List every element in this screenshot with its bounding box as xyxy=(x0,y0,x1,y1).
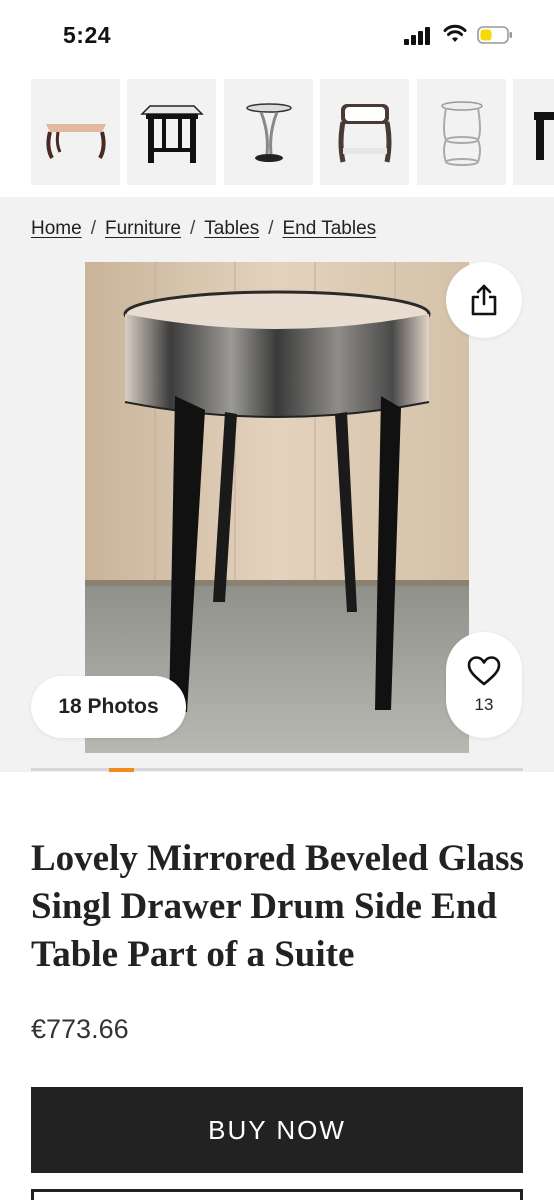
breadcrumb-separator: / xyxy=(190,218,196,239)
pedestal-table-icon xyxy=(245,103,292,162)
breadcrumb: Home / Furniture / Tables / End Tables xyxy=(31,218,376,240)
drum-table-icon xyxy=(338,104,391,163)
gallery-scroll-indicator xyxy=(109,768,134,772)
favorite-count: 13 xyxy=(474,695,494,714)
thumbnail-item[interactable] xyxy=(224,79,313,185)
breadcrumb-separator: / xyxy=(268,218,274,239)
share-icon xyxy=(471,284,497,316)
thumbnail-strip[interactable] xyxy=(0,72,554,196)
thumbnail-item[interactable] xyxy=(127,79,216,185)
status-time: 5:24 xyxy=(63,22,112,48)
thumbnail-item[interactable] xyxy=(320,79,409,185)
favorite-button[interactable]: 13 xyxy=(446,632,522,738)
thumbnail-item[interactable] xyxy=(31,79,120,185)
octagonal-side-table-icon xyxy=(139,105,204,163)
breadcrumb-end-tables[interactable]: End Tables xyxy=(282,218,376,239)
product-title: Lovely Mirrored Beveled Glass Singl Draw… xyxy=(31,838,524,975)
gallery-scroll-track xyxy=(31,768,523,771)
secondary-action-button[interactable] xyxy=(31,1189,523,1200)
wifi-icon xyxy=(443,24,467,42)
heart-icon xyxy=(467,656,501,686)
thumbnail-item[interactable] xyxy=(513,79,554,185)
breadcrumb-home[interactable]: Home xyxy=(31,218,82,239)
breadcrumb-separator: / xyxy=(90,218,96,239)
breadcrumb-tables[interactable]: Tables xyxy=(204,218,259,239)
product-price: €773.66 xyxy=(31,1014,129,1044)
cellular-signal-icon xyxy=(404,27,434,45)
share-button[interactable] xyxy=(446,262,522,338)
thumbnail-item[interactable] xyxy=(417,79,506,185)
photos-count-button[interactable]: 18 Photos xyxy=(31,676,186,738)
status-bar: 5:24 xyxy=(0,0,554,72)
glass-side-table-icon xyxy=(440,101,483,166)
battery-icon xyxy=(477,26,512,44)
coffee-table-icon xyxy=(45,124,106,159)
breadcrumb-furniture[interactable]: Furniture xyxy=(105,218,181,239)
partial-table-icon xyxy=(533,112,554,160)
buy-now-button[interactable]: BUY NOW xyxy=(31,1087,523,1173)
